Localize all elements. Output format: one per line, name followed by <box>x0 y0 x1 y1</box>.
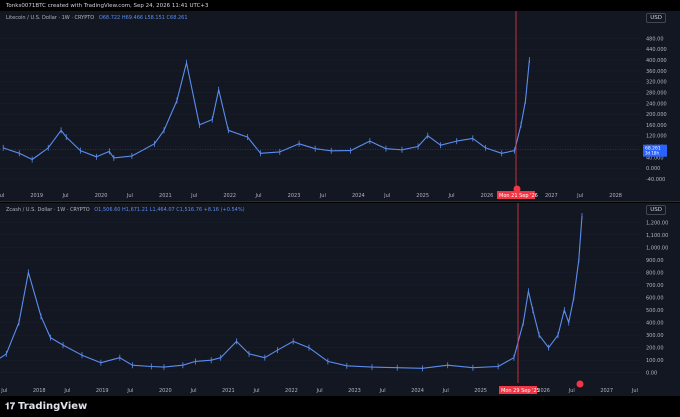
x-tick-label: 2022 <box>223 193 236 199</box>
caption: Tonks0071BTC created with TradingView.co… <box>6 3 209 9</box>
y-tick-label: 200.000 <box>646 112 667 118</box>
x-tick-label: 2023 <box>348 388 361 394</box>
y-tick-label: 280.000 <box>646 90 667 96</box>
price-line <box>0 215 583 369</box>
x-tick-label: 2026 <box>481 193 494 199</box>
x-tick-label: Jul <box>442 388 449 394</box>
y-tick-label: 600.00 <box>646 296 664 302</box>
x-tick-label: Jul <box>316 388 323 394</box>
x-tick-label: Jul <box>447 193 454 199</box>
x-tick-label: Jul <box>568 388 575 394</box>
y-tick-label: 500.00 <box>646 308 664 314</box>
x-tick-label: 2021 <box>222 388 235 394</box>
x-tick-label: 2020 <box>95 193 108 199</box>
last-price-countdown: 3d 18h <box>645 151 659 156</box>
y-tick-label: 160.000 <box>646 123 667 129</box>
crosshair-date-label: Mon 29 Sep '25 <box>501 388 540 394</box>
y-tick-label: 120.000 <box>646 134 667 140</box>
x-tick-label: 2022 <box>285 388 298 394</box>
x-tick-label: Jul <box>319 193 326 199</box>
tradingview-logo-icon: 𝟏𝟕 <box>5 402 16 412</box>
x-tick-label: 2024 <box>411 388 424 394</box>
y-tick-label: 800.00 <box>646 270 664 276</box>
x-tick-label: 2020 <box>159 388 172 394</box>
x-tick-label: Jul <box>63 388 70 394</box>
tradingview-logo: 𝟏𝟕 TradingView <box>5 401 88 412</box>
x-tick-label: Jul <box>631 388 638 394</box>
x-tick-label: 2025 <box>416 193 429 199</box>
zcash-pane[interactable]: Zcash / U.S. Dollar · 1W · CRYPTO O1,506… <box>0 203 680 396</box>
y-tick-label: 900.00 <box>646 258 664 264</box>
y-tick-label: 440.000 <box>646 47 667 53</box>
x-tick-label: 2018 <box>33 388 46 394</box>
y-tick-label: 0.00 <box>646 371 657 377</box>
y-tick-label: -40.000 <box>646 177 665 183</box>
x-tick-label: Jul <box>576 193 583 199</box>
zcash-chart[interactable]: 1,200.00 1,100.00 1,000.00 900.00 800.00 700.… <box>0 203 680 396</box>
y-tick-label: 400.000 <box>646 58 667 64</box>
x-tick-label: Jul <box>190 193 197 199</box>
x-tick-label: Jul <box>379 388 386 394</box>
x-tick-label: Jul <box>253 388 260 394</box>
y-tick-label: 100.00 <box>646 358 664 364</box>
x-tick-label: 2027 <box>545 193 558 199</box>
x-tick-label: Jul <box>189 388 196 394</box>
litecoin-chart[interactable]: 480.00 440.000 400.000 360.000 320.000 280.00… <box>0 11 680 201</box>
x-tick-label: Jul <box>0 388 7 394</box>
y-tick-label: 400.00 <box>646 321 664 327</box>
crosshair-date-label: Mon 21 Sep '26 <box>499 193 538 199</box>
x-tick-label: Jul <box>126 193 133 199</box>
price-line <box>3 59 530 161</box>
y-tick-label: 1,100.00 <box>646 233 668 239</box>
y-tick-label: 300.00 <box>646 333 664 339</box>
y-tick-label: 240.000 <box>646 101 667 107</box>
x-tick-label: 2021 <box>159 193 172 199</box>
x-tick-label: 2028 <box>609 193 622 199</box>
y-tick-label: 200.00 <box>646 346 664 352</box>
x-tick-label: Jul <box>383 193 390 199</box>
x-tick-label: 2019 <box>30 193 43 199</box>
y-tick-label: 700.00 <box>646 283 664 289</box>
x-tick-label: 2019 <box>96 388 109 394</box>
litecoin-pane[interactable]: Litecoin / U.S. Dollar · 1W · CRYPTO O68… <box>0 11 680 202</box>
x-tick-label: 2025 <box>474 388 487 394</box>
x-tick-label: Jul <box>0 193 4 199</box>
x-tick-label: 2024 <box>352 193 365 199</box>
x-tick-label: 2027 <box>600 388 613 394</box>
x-tick-label: 2023 <box>288 193 301 199</box>
y-tick-label: 1,200.00 <box>646 220 668 226</box>
x-tick-label: Jul <box>126 388 133 394</box>
y-tick-label: 480.00 <box>646 36 664 42</box>
y-tick-label: 320.000 <box>646 80 667 86</box>
event-flag-icon <box>576 380 584 388</box>
x-tick-label: Jul <box>255 193 262 199</box>
y-tick-label: 360.000 <box>646 69 667 75</box>
event-flag-icon <box>513 185 521 193</box>
footer: 𝟏𝟕 TradingView <box>0 396 680 417</box>
y-tick-label: 0.000 <box>646 166 660 172</box>
x-tick-label: Jul <box>62 193 69 199</box>
y-tick-label: 1,000.00 <box>646 245 668 251</box>
